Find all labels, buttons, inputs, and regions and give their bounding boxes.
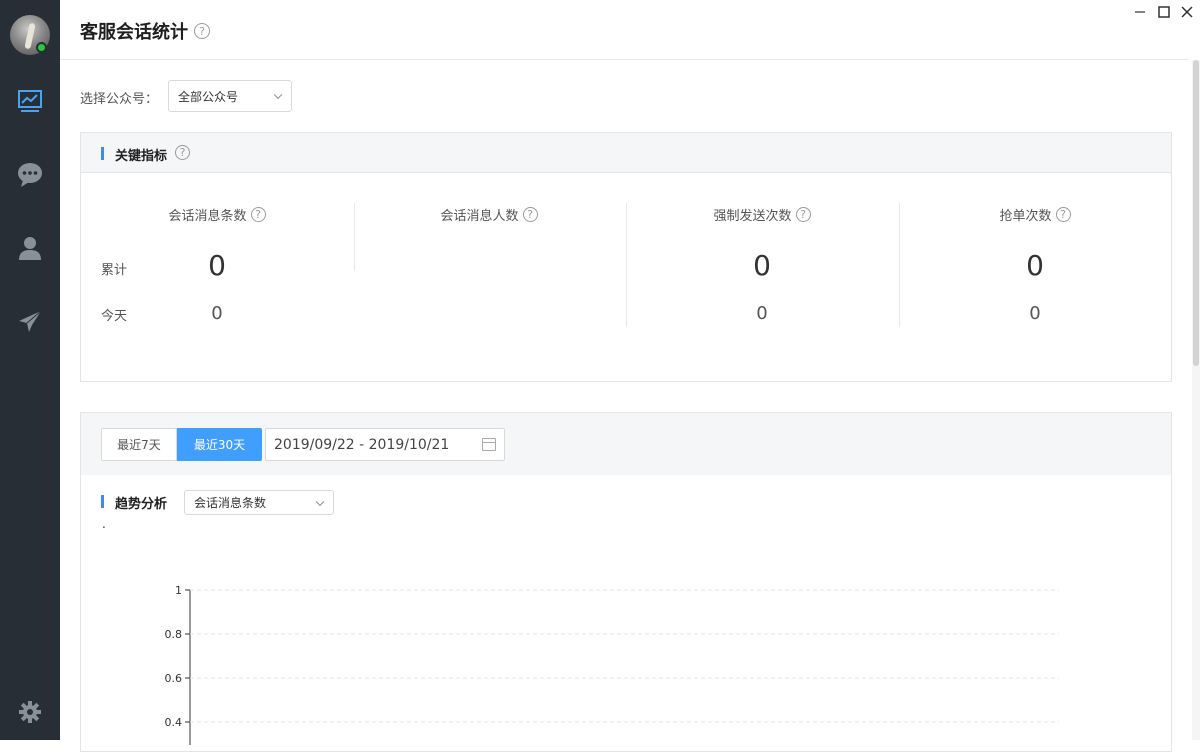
gear-icon[interactable] <box>16 698 44 726</box>
help-icon[interactable]: ? <box>250 207 266 222</box>
key-metrics-header: 关键指标 ? <box>81 133 1171 173</box>
scrollbar-thumb[interactable] <box>1193 60 1199 366</box>
trend-card: 最近7天 最近30天 2019/09/22 - 2019/10/21 趋势分析 … <box>80 412 1172 752</box>
metric-label: 会话消息人数 <box>440 209 519 224</box>
metric-total-value: 0 <box>1026 249 1044 282</box>
header-divider <box>60 59 1188 60</box>
metric-today-value: 0 <box>1029 303 1041 324</box>
date-range-value: 2019/09/22 - 2019/10/21 <box>274 436 450 453</box>
help-icon[interactable]: ? <box>194 23 210 39</box>
sidebar <box>0 0 60 740</box>
metric-message-count: 会话消息条数 ? <box>81 205 353 224</box>
account-select[interactable]: 全部公众号 <box>168 80 292 112</box>
metric-today-value: 0 <box>756 303 768 324</box>
metric-grab-order: 抢单次数 ? <box>899 205 1171 224</box>
y-tick-label: 0.8 <box>165 628 183 641</box>
range-7-days-button[interactable]: 最近7天 <box>101 428 177 461</box>
calendar-icon <box>482 438 496 451</box>
metric-label: 强制发送次数 <box>713 209 792 224</box>
close-button[interactable] <box>1177 3 1197 21</box>
metric-message-people: 会话消息人数 ? <box>353 205 625 224</box>
scrollbar[interactable] <box>1192 60 1200 740</box>
help-icon[interactable]: ? <box>795 207 811 222</box>
metric-today-value: 0 <box>211 303 223 324</box>
account-select-label: 选择公众号： <box>80 92 159 107</box>
chevron-down-icon <box>273 90 283 100</box>
y-tick-label: 0.4 <box>165 716 183 729</box>
minimize-button[interactable] <box>1130 3 1150 21</box>
column-divider <box>354 203 355 271</box>
help-icon[interactable]: ? <box>175 145 190 160</box>
metric-label: 会话消息条数 <box>168 209 247 224</box>
help-icon[interactable]: ? <box>522 207 538 222</box>
y-tick-label: 1 <box>175 584 182 597</box>
account-select-value: 全部公众号 <box>178 89 239 104</box>
help-icon[interactable]: ? <box>1055 207 1071 222</box>
metric-total-value: 0 <box>753 249 771 282</box>
section-accent-bar <box>101 147 104 160</box>
key-metrics-card: 关键指标 ? 会话消息条数 ? 会话消息人数 ? 强制发送次数 ? 抢单次数 ?… <box>80 132 1172 382</box>
trend-line-chart: 1 0.8 0.6 0.4 <box>165 584 1059 745</box>
metric-label: 抢单次数 <box>999 209 1052 224</box>
metric-forced-send: 强制发送次数 ? <box>626 205 898 224</box>
trend-toolbar: 最近7天 最近30天 2019/09/22 - 2019/10/21 <box>81 413 1171 475</box>
chat-bubble-icon[interactable] <box>16 161 44 189</box>
monitor-chart-icon[interactable] <box>16 87 44 115</box>
maximize-button[interactable] <box>1154 3 1174 21</box>
page-title: 客服会话统计 <box>80 22 188 43</box>
date-range-picker[interactable]: 2019/09/22 - 2019/10/21 <box>265 428 505 461</box>
paper-plane-icon[interactable] <box>16 308 44 336</box>
y-tick-label: 0.6 <box>165 672 183 685</box>
user-icon[interactable] <box>16 234 44 262</box>
online-status-dot <box>36 42 47 53</box>
key-metrics-title: 关键指标 <box>115 149 168 164</box>
range-30-days-button[interactable]: 最近30天 <box>177 428 262 461</box>
metric-total-value: 0 <box>208 249 226 282</box>
